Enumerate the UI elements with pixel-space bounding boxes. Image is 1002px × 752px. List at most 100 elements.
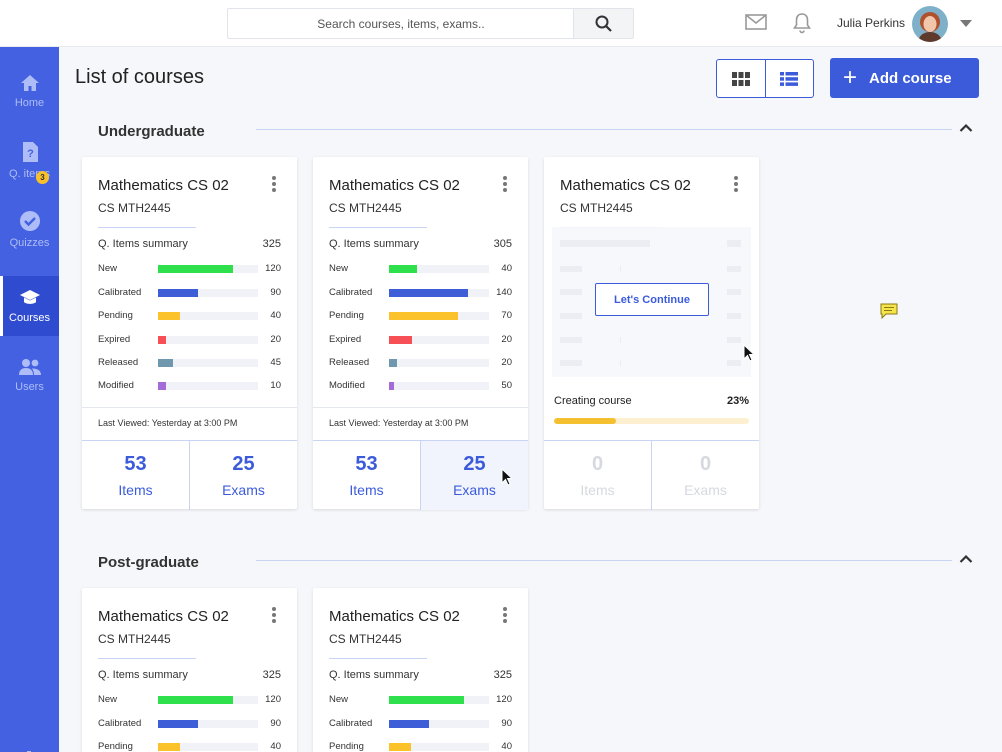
stat-bar [389, 743, 411, 751]
stat-bar [158, 312, 180, 320]
user-name[interactable]: Julia Perkins [837, 16, 905, 30]
items-count: 53 [355, 453, 378, 475]
stat-row-new: New 120 [98, 263, 281, 275]
stat-bar [389, 336, 412, 344]
chevron-up-icon[interactable] [959, 123, 973, 133]
search-input[interactable] [228, 9, 574, 38]
chevron-up-icon[interactable] [959, 554, 973, 564]
course-title: Mathematics CS 02 [98, 608, 229, 625]
grid-view-button[interactable] [717, 60, 766, 97]
course-card[interactable]: Mathematics CS 02 CS MTH2445 Q. Items su… [313, 157, 528, 510]
stat-label: Modified [98, 380, 134, 391]
stat-label: New [329, 263, 349, 274]
summary-total: 325 [262, 669, 281, 681]
summary-label: Q. Items summary [329, 238, 419, 250]
mail-icon[interactable] [745, 13, 767, 31]
stat-value: 90 [270, 718, 281, 729]
search-box [227, 8, 634, 39]
stat-value: 40 [501, 741, 512, 752]
stat-label: Calibrated [98, 287, 142, 298]
course-title: Mathematics CS 02 [329, 177, 460, 194]
grid-icon [731, 71, 750, 86]
stat-bar [389, 312, 458, 320]
continue-button[interactable]: Let's Continue [595, 283, 709, 316]
stat-value: 90 [270, 287, 281, 298]
sidebar-item-quizzes[interactable]: Quizzes [0, 199, 59, 259]
course-title: Mathematics CS 02 [560, 177, 691, 194]
search-button[interactable] [573, 9, 633, 38]
stat-bar [389, 382, 394, 390]
stat-value: 120 [265, 263, 281, 274]
summary-total: 325 [493, 669, 512, 681]
more-options-icon[interactable] [503, 176, 507, 194]
users-icon [18, 358, 41, 375]
exams-count: 25 [232, 453, 255, 475]
items-count-button[interactable]: 53 Items [313, 441, 421, 510]
more-options-icon[interactable] [272, 607, 276, 625]
bell-icon[interactable] [792, 12, 812, 34]
chat-icon[interactable] [880, 303, 898, 319]
more-options-icon[interactable] [272, 176, 276, 194]
stat-label: New [98, 263, 118, 274]
course-card[interactable]: Mathematics CS 02 CS MTH2445 Q. Items su… [313, 588, 528, 752]
chevron-down-icon[interactable] [960, 20, 972, 27]
add-course-button[interactable]: + Add course [830, 58, 979, 98]
stat-bar [158, 359, 173, 367]
page-title: List of courses [75, 66, 204, 88]
creating-label: Creating course [554, 395, 632, 407]
last-viewed: Last Viewed: Yesterday at 3:00 PM [82, 407, 297, 439]
course-card[interactable]: Mathematics CS 02 CS MTH2445 Q. Items su… [82, 588, 297, 752]
stat-bar [158, 289, 198, 297]
stat-row-expired: Expired 20 [98, 334, 281, 346]
list-icon [780, 71, 799, 86]
sidebar-item-courses[interactable]: Courses [0, 276, 59, 336]
stat-bar [389, 720, 429, 728]
stat-value: 45 [270, 357, 281, 368]
stat-value: 70 [501, 310, 512, 321]
divider [98, 658, 196, 659]
stat-label: Released [329, 357, 370, 368]
exams-label: Exams [222, 482, 265, 498]
top-bar: Julia Perkins [0, 0, 1002, 47]
course-code: CS MTH2445 [98, 201, 171, 215]
items-label: Items [118, 482, 153, 498]
divider [98, 227, 196, 228]
summary-label: Q. Items summary [98, 238, 188, 250]
divider [329, 227, 427, 228]
sidebar-item-label: Users [15, 380, 44, 393]
stat-value: 40 [270, 741, 281, 752]
stat-bar [389, 359, 397, 367]
exams-count-button[interactable]: 25 Exams [190, 441, 297, 510]
cursor-icon [501, 468, 513, 486]
quizzes-badge: 3 [36, 171, 49, 184]
sidebar-item-home[interactable]: Home [0, 61, 59, 121]
stat-row-new: New 40 [329, 263, 512, 275]
more-options-icon[interactable] [503, 607, 507, 625]
divider [329, 658, 427, 659]
items-label: Items [580, 482, 615, 498]
check-circle-icon [19, 210, 40, 231]
creating-percent: 23% [726, 395, 749, 407]
stat-label: Pending [98, 741, 133, 752]
stat-value: 40 [270, 310, 281, 321]
stat-value: 20 [501, 357, 512, 368]
stat-label: Modified [329, 380, 365, 391]
avatar[interactable] [912, 6, 948, 42]
stat-label: Pending [329, 741, 364, 752]
sidebar-item-q-items[interactable]: ? Q. items [0, 130, 59, 190]
exams-label: Exams [453, 482, 496, 498]
stat-label: New [329, 694, 349, 705]
stat-row-modified: Modified 10 [98, 380, 281, 392]
list-view-button[interactable] [766, 60, 814, 97]
items-count: 53 [124, 453, 147, 475]
stat-label: Pending [329, 310, 364, 321]
stat-value: 90 [501, 718, 512, 729]
course-card[interactable]: Mathematics CS 02 CS MTH2445 Q. Items su… [82, 157, 297, 510]
sidebar-item-users[interactable]: Users [0, 345, 59, 405]
more-options-icon[interactable] [734, 176, 738, 194]
stat-value: 10 [270, 380, 281, 391]
items-count-button[interactable]: 53 Items [82, 441, 190, 510]
home-icon [20, 74, 39, 91]
stat-bar [158, 382, 166, 390]
course-card-draft[interactable]: Mathematics CS 02 CS MTH2445 Let's Conti… [544, 157, 759, 510]
